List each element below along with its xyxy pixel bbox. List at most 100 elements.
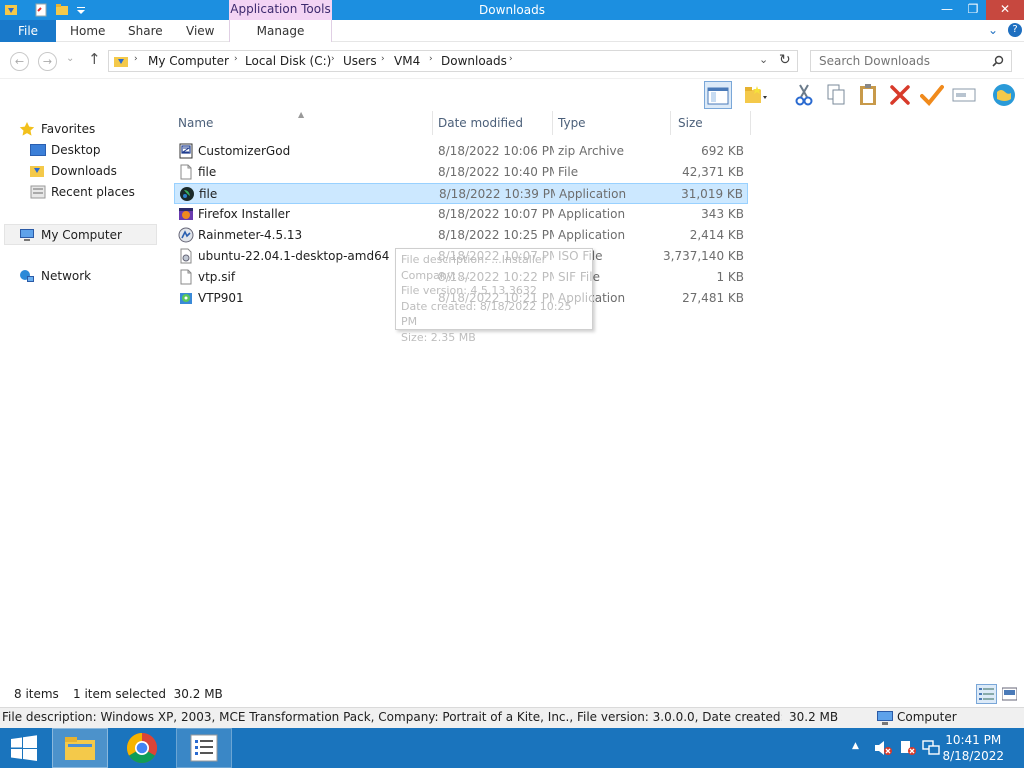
checkmark-icon[interactable]	[918, 81, 946, 109]
rainmeter-icon	[178, 227, 194, 243]
network-tray-icon[interactable]	[922, 740, 940, 756]
nav-favorites[interactable]: Favorites	[18, 119, 148, 139]
forward-button[interactable]: →	[38, 52, 57, 71]
restore-button[interactable]: ❐	[960, 0, 986, 20]
file-size: 1 KB	[716, 270, 744, 284]
file-size: 31,019 KB	[681, 187, 743, 201]
breadcrumb-local-disk[interactable]: Local Disk (C:)	[245, 54, 331, 68]
address-bar[interactable]: › My Computer › Local Disk (C:) › Users …	[108, 50, 798, 72]
nav-network[interactable]: Network	[18, 266, 148, 286]
close-button[interactable]: ✕	[986, 0, 1024, 20]
taskbar-task-list-app[interactable]	[176, 728, 232, 768]
breadcrumb-separator[interactable]: ›	[331, 54, 335, 64]
rename-icon[interactable]	[950, 81, 978, 109]
app-dark-icon	[180, 187, 194, 201]
file-name: file	[198, 165, 217, 179]
network-icon	[20, 270, 34, 282]
file-type: Application	[559, 187, 627, 201]
file-row[interactable]: Firefox Installer 8/18/2022 10:07 PM Appli…	[174, 204, 748, 225]
file-size: 3,737,140 KB	[663, 249, 744, 263]
file-date-modified: 8/18/2022 10:40 PM	[438, 165, 554, 179]
customize-qat-icon[interactable]	[74, 2, 88, 18]
nav-downloads[interactable]: Downloads	[28, 161, 148, 181]
search-icon[interactable]	[992, 55, 1004, 67]
nav-desktop-label: Desktop	[51, 143, 101, 157]
new-document-icon[interactable]	[34, 2, 48, 18]
breadcrumb-separator[interactable]: ›	[234, 54, 238, 64]
breadcrumb-separator[interactable]: ›	[429, 54, 433, 64]
tab-file[interactable]: File	[0, 20, 56, 42]
column-date-modified[interactable]: Date modified	[434, 111, 552, 135]
file-row[interactable]: file 8/18/2022 10:39 PM Application 31,019 …	[174, 183, 748, 204]
file-row[interactable]: Rainmeter-4.5.13 8/18/2022 10:25 PM Applic…	[174, 225, 748, 246]
title-bar[interactable]: Application Tools Downloads — ❐ ✕	[0, 0, 1024, 20]
search-box[interactable]	[810, 50, 1012, 72]
nav-network-label: Network	[41, 269, 92, 283]
cut-icon[interactable]	[790, 81, 818, 109]
file-date-modified: 8/18/2022 10:07 PM	[438, 207, 554, 221]
file-name: file	[199, 187, 218, 201]
file-row[interactable]: file 8/18/2022 10:40 PM File 42,371 KB	[174, 162, 748, 183]
collapse-ribbon-icon[interactable]: ⌄	[988, 23, 998, 37]
tab-share[interactable]: Share	[128, 20, 163, 42]
minimize-button[interactable]: —	[934, 0, 960, 20]
breadcrumb-my-computer[interactable]: My Computer	[148, 54, 229, 68]
nav-recent-places[interactable]: Recent places	[28, 182, 148, 202]
column-divider[interactable]	[432, 111, 433, 135]
show-hidden-icons-button[interactable]: ▲	[852, 741, 859, 751]
nav-recent-places-label: Recent places	[51, 185, 135, 199]
delete-icon[interactable]	[886, 81, 914, 109]
tab-home[interactable]: Home	[70, 20, 105, 42]
column-divider[interactable]	[552, 111, 553, 135]
new-folder-icon[interactable]	[742, 81, 770, 109]
application-tools-context-label: Application Tools	[229, 0, 332, 20]
up-button[interactable]: ↑	[88, 50, 101, 68]
nav-desktop[interactable]: Desktop	[28, 140, 148, 160]
taskbar-file-explorer[interactable]	[52, 728, 108, 768]
chrome-icon	[126, 733, 158, 764]
taskbar-chrome[interactable]	[114, 728, 170, 768]
nav-my-computer[interactable]: My Computer	[4, 224, 157, 245]
blank-file-icon	[180, 164, 192, 180]
breadcrumb-separator[interactable]: ›	[509, 54, 513, 64]
column-size[interactable]: Size	[674, 111, 748, 135]
file-list-header: ▲ Name Date modified Type Size	[174, 110, 754, 135]
paste-icon[interactable]	[854, 81, 882, 109]
action-center-warning-icon[interactable]	[899, 740, 917, 756]
breadcrumb-vm4[interactable]: VM4	[394, 54, 420, 68]
start-button[interactable]	[0, 728, 50, 768]
breadcrumb-downloads[interactable]: Downloads	[441, 54, 507, 68]
iso-file-icon	[180, 248, 192, 264]
large-icons-view-button[interactable]	[1000, 684, 1020, 704]
details-view-button[interactable]	[976, 684, 997, 704]
recent-places-icon	[30, 185, 46, 199]
breadcrumb-users[interactable]: Users	[343, 54, 377, 68]
column-divider[interactable]	[750, 111, 751, 135]
tab-view[interactable]: View	[186, 20, 214, 42]
file-name: CustomizerGod	[198, 144, 291, 158]
column-type[interactable]: Type	[554, 111, 670, 135]
help-icon[interactable]: ?	[1008, 23, 1022, 37]
column-name[interactable]: Name	[174, 111, 432, 135]
column-divider[interactable]	[670, 111, 671, 135]
computer-icon	[20, 229, 34, 241]
folder-properties-icon[interactable]	[4, 2, 18, 18]
tab-manage[interactable]: Manage	[229, 20, 332, 42]
file-type: zip Archive	[558, 144, 624, 158]
taskbar: ▲ 10:41 PM 8/18/2022	[0, 728, 1024, 768]
globe-icon[interactable]	[990, 81, 1018, 109]
nav-my-computer-label: My Computer	[41, 228, 122, 242]
refresh-button[interactable]: ↻	[779, 52, 791, 68]
preview-pane-icon[interactable]	[704, 81, 732, 109]
copy-icon[interactable]	[822, 81, 850, 109]
search-input[interactable]	[819, 51, 989, 71]
clock[interactable]: 10:41 PM 8/18/2022	[942, 732, 1004, 764]
file-size: 27,481 KB	[682, 291, 744, 305]
file-row[interactable]: CustomizerGod 8/18/2022 10:06 PM zip Archi…	[174, 141, 748, 162]
recent-locations-button[interactable]: ⌄	[66, 53, 74, 64]
volume-muted-icon[interactable]	[874, 740, 892, 756]
breadcrumb-separator[interactable]: ›	[381, 54, 385, 64]
new-folder-icon[interactable]	[55, 2, 69, 18]
address-dropdown-button[interactable]: ⌄	[759, 53, 768, 66]
back-button[interactable]: ←	[10, 52, 29, 71]
